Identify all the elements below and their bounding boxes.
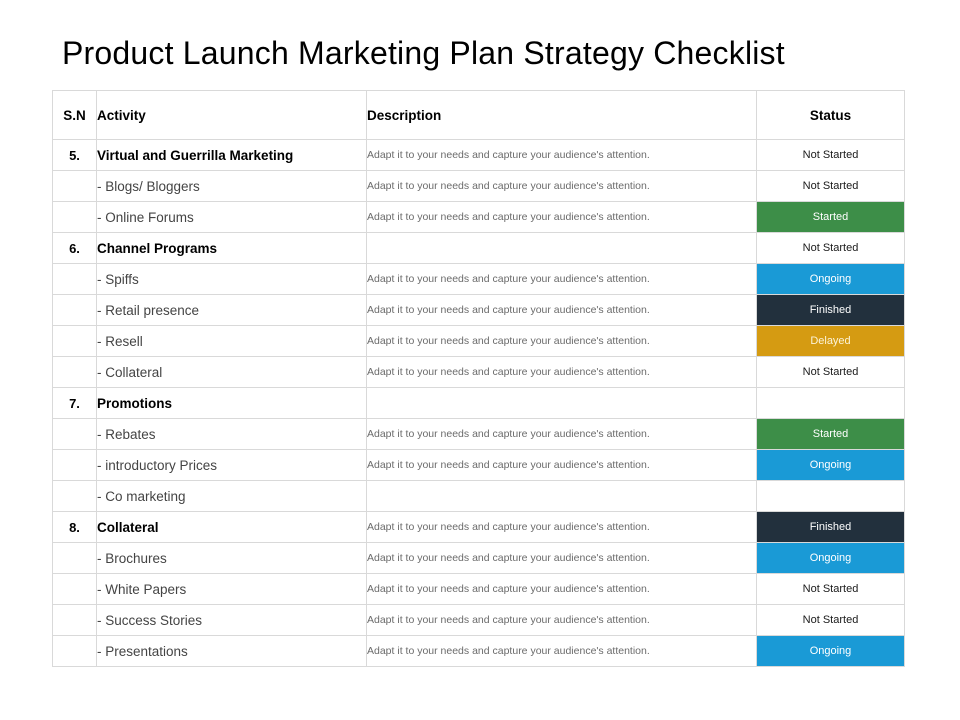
status-badge[interactable]: Not Started — [756, 604, 905, 636]
cell-activity-sub[interactable]: - Presentations — [96, 635, 367, 667]
cell-activity-sub[interactable]: - Retail presence — [96, 294, 367, 326]
status-badge[interactable]: Ongoing — [756, 635, 905, 667]
table-row[interactable]: - introductory Prices Adapt it to your ne… — [52, 449, 905, 481]
cell-sn — [52, 542, 97, 574]
cell-description: Adapt it to your needs and capture your … — [366, 356, 757, 388]
cell-activity-sub[interactable]: - Brochures — [96, 542, 367, 574]
table-row[interactable]: - Presentations Adapt it to your needs an… — [52, 635, 905, 667]
cell-sn — [52, 635, 97, 667]
status-badge[interactable]: Ongoing — [756, 542, 905, 574]
cell-activity-sub[interactable]: - Rebates — [96, 418, 367, 450]
cell-activity-sub[interactable]: - Success Stories — [96, 604, 367, 636]
cell-activity-main[interactable]: Collateral — [96, 511, 367, 543]
cell-activity-sub[interactable]: - introductory Prices — [96, 449, 367, 481]
status-badge[interactable]: Not Started — [756, 356, 905, 388]
table-row[interactable]: - Online Forums Adapt it to your needs an… — [52, 201, 905, 233]
cell-sn — [52, 418, 97, 450]
table-row[interactable]: - Success Stories Adapt it to your needs … — [52, 604, 905, 636]
cell-activity-sub[interactable]: - Co marketing — [96, 480, 367, 512]
cell-sn — [52, 480, 97, 512]
status-badge[interactable]: Not Started — [756, 573, 905, 605]
status-badge[interactable] — [756, 387, 905, 419]
cell-activity-sub[interactable]: - White Papers — [96, 573, 367, 605]
status-badge[interactable]: Not Started — [756, 170, 905, 202]
status-badge[interactable]: Not Started — [756, 232, 905, 264]
column-header-sn: S.N — [52, 90, 97, 140]
cell-activity-sub[interactable]: - Resell — [96, 325, 367, 357]
cell-sn — [52, 263, 97, 295]
table-row[interactable]: - Blogs/ Bloggers Adapt it to your needs … — [52, 170, 905, 202]
status-badge[interactable]: Started — [756, 201, 905, 233]
cell-activity-main[interactable]: Promotions — [96, 387, 367, 419]
status-badge[interactable] — [756, 480, 905, 512]
cell-description — [366, 387, 757, 419]
table-row[interactable]: - Co marketing — [52, 480, 905, 512]
cell-description: Adapt it to your needs and capture your … — [366, 201, 757, 233]
table-body: 5. Virtual and Guerrilla Marketing Adapt i… — [52, 139, 905, 667]
cell-sn — [52, 170, 97, 202]
cell-description: Adapt it to your needs and capture your … — [366, 449, 757, 481]
cell-sn — [52, 573, 97, 605]
table-header-row: S.N Activity Description Status — [52, 90, 905, 140]
cell-description: Adapt it to your needs and capture your … — [366, 263, 757, 295]
table-row[interactable]: 5. Virtual and Guerrilla Marketing Adapt i… — [52, 139, 905, 171]
table-row[interactable]: - Retail presence Adapt it to your needs … — [52, 294, 905, 326]
column-header-activity: Activity — [96, 90, 367, 140]
cell-activity-sub[interactable]: - Blogs/ Bloggers — [96, 170, 367, 202]
status-badge[interactable]: Delayed — [756, 325, 905, 357]
cell-description: Adapt it to your needs and capture your … — [366, 604, 757, 636]
status-badge[interactable]: Started — [756, 418, 905, 450]
status-badge[interactable]: Finished — [756, 294, 905, 326]
cell-sn — [52, 294, 97, 326]
cell-activity-sub[interactable]: - Collateral — [96, 356, 367, 388]
cell-description: Adapt it to your needs and capture your … — [366, 325, 757, 357]
table-row[interactable]: - Brochures Adapt it to your needs and ca… — [52, 542, 905, 574]
table-row[interactable]: 8. Collateral Adapt it to your needs and c… — [52, 511, 905, 543]
cell-sn: 6. — [52, 232, 97, 264]
cell-sn — [52, 604, 97, 636]
cell-activity-main[interactable]: Channel Programs — [96, 232, 367, 264]
table-row[interactable]: - Spiffs Adapt it to your needs and captu… — [52, 263, 905, 295]
cell-sn: 8. — [52, 511, 97, 543]
column-header-description: Description — [366, 90, 757, 140]
table-row[interactable]: 6. Channel Programs Not Started — [52, 232, 905, 264]
cell-sn: 7. — [52, 387, 97, 419]
column-header-status: Status — [756, 90, 905, 140]
cell-description — [366, 480, 757, 512]
cell-description: Adapt it to your needs and capture your … — [366, 139, 757, 171]
table-row[interactable]: - White Papers Adapt it to your needs and… — [52, 573, 905, 605]
cell-sn — [52, 201, 97, 233]
status-badge[interactable]: Finished — [756, 511, 905, 543]
cell-description: Adapt it to your needs and capture your … — [366, 635, 757, 667]
cell-description: Adapt it to your needs and capture your … — [366, 170, 757, 202]
table-row[interactable]: - Rebates Adapt it to your needs and capt… — [52, 418, 905, 450]
status-badge[interactable]: Not Started — [756, 139, 905, 171]
cell-description: Adapt it to your needs and capture your … — [366, 542, 757, 574]
page-title: Product Launch Marketing Plan Strategy C… — [62, 35, 785, 72]
cell-sn — [52, 356, 97, 388]
table-row[interactable]: - Collateral Adapt it to your needs and c… — [52, 356, 905, 388]
cell-activity-sub[interactable]: - Online Forums — [96, 201, 367, 233]
cell-sn — [52, 449, 97, 481]
cell-description: Adapt it to your needs and capture your … — [366, 418, 757, 450]
cell-description — [366, 232, 757, 264]
cell-sn: 5. — [52, 139, 97, 171]
table-header: S.N Activity Description Status — [52, 90, 905, 140]
cell-description: Adapt it to your needs and capture your … — [366, 294, 757, 326]
cell-description: Adapt it to your needs and capture your … — [366, 573, 757, 605]
cell-sn — [52, 325, 97, 357]
cell-activity-main[interactable]: Virtual and Guerrilla Marketing — [96, 139, 367, 171]
table-row[interactable]: - Resell Adapt it to your needs and captu… — [52, 325, 905, 357]
table-row[interactable]: 7. Promotions — [52, 387, 905, 419]
status-badge[interactable]: Ongoing — [756, 263, 905, 295]
checklist-table: S.N Activity Description Status 5. Virtua… — [52, 90, 905, 667]
status-badge[interactable]: Ongoing — [756, 449, 905, 481]
cell-activity-sub[interactable]: - Spiffs — [96, 263, 367, 295]
cell-description: Adapt it to your needs and capture your … — [366, 511, 757, 543]
